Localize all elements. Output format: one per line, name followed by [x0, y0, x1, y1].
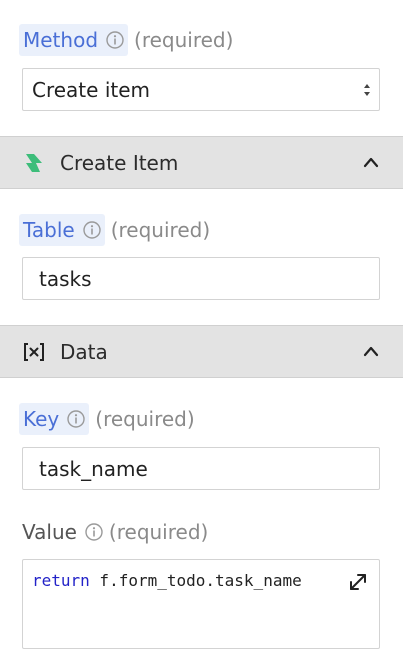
- value-label: Value: [22, 520, 77, 544]
- chevron-up-icon[interactable]: [363, 345, 379, 357]
- method-required-text: (required): [134, 28, 234, 52]
- create-item-section-header[interactable]: Create Item: [0, 136, 403, 189]
- key-label-chip[interactable]: Key: [19, 403, 90, 435]
- table-input[interactable]: tasks: [22, 257, 380, 300]
- code-line: return f.form_todo.task_name: [32, 571, 302, 590]
- method-label: Method: [23, 28, 99, 52]
- method-selected-value: Create item: [32, 77, 150, 102]
- create-item-section-title: Create Item: [60, 150, 179, 175]
- expand-arrows-icon[interactable]: [348, 572, 368, 592]
- table-required-text: (required): [110, 218, 211, 242]
- key-input-value: task_name: [39, 456, 148, 481]
- variable-x-icon: [24, 343, 44, 361]
- table-label-chip[interactable]: Table: [19, 214, 105, 246]
- table-input-value: tasks: [39, 266, 92, 291]
- info-icon[interactable]: [67, 410, 85, 428]
- key-label: Key: [23, 407, 60, 431]
- method-label-chip[interactable]: Method: [19, 24, 129, 56]
- key-label-row: Key (required): [19, 403, 195, 435]
- value-code-editor[interactable]: return f.form_todo.task_name: [22, 559, 380, 649]
- key-required-text: (required): [95, 407, 195, 431]
- properties-panel: Method (required) Create item Create Ite…: [0, 0, 403, 669]
- value-required-text: (required): [108, 520, 209, 544]
- value-label-row: Value (required): [19, 516, 208, 548]
- info-icon[interactable]: [83, 221, 101, 239]
- select-arrows-icon: [364, 84, 370, 96]
- info-icon[interactable]: [85, 523, 103, 541]
- method-select[interactable]: Create item: [22, 68, 380, 111]
- code-keyword: return: [32, 571, 90, 590]
- lightning-bolt-icon: [26, 154, 42, 172]
- data-section-title: Data: [60, 339, 108, 364]
- method-label-row: Method (required): [19, 24, 233, 56]
- chevron-up-icon[interactable]: [363, 156, 379, 168]
- info-icon[interactable]: [106, 31, 124, 49]
- data-section-header[interactable]: Data: [0, 325, 403, 378]
- table-label: Table: [23, 218, 75, 242]
- table-label-row: Table (required): [19, 214, 210, 246]
- code-expression: f.form_todo.task_name: [89, 571, 302, 590]
- key-input[interactable]: task_name: [22, 447, 380, 490]
